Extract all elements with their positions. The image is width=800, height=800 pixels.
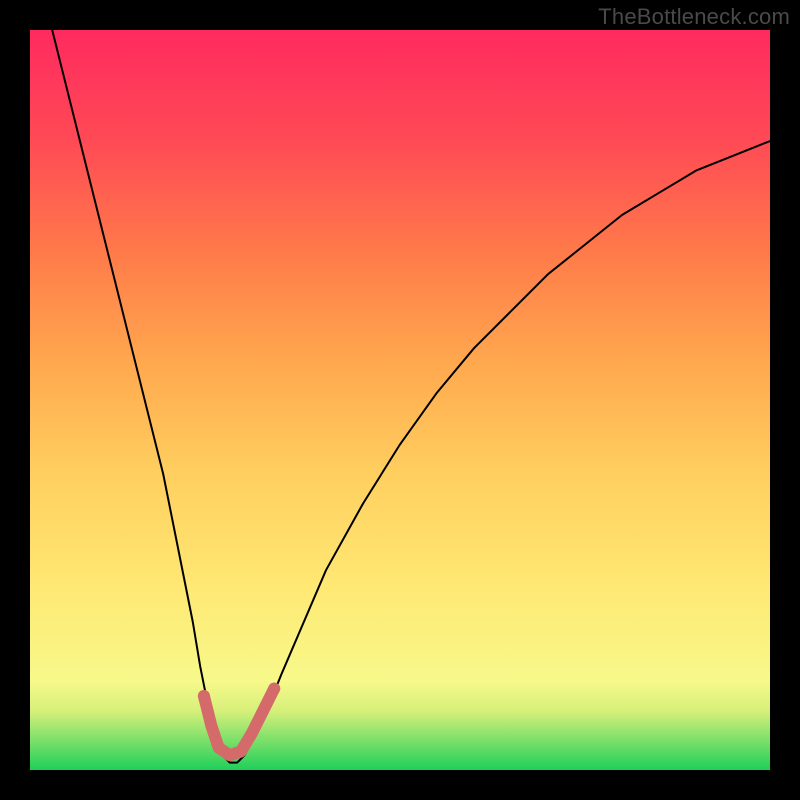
chart-frame: TheBottleneck.com [0, 0, 800, 800]
highlight-endpoint [268, 683, 280, 695]
gradient-background [30, 30, 770, 770]
watermark-text: TheBottleneck.com [598, 4, 790, 30]
plot-area [30, 30, 770, 770]
chart-svg [30, 30, 770, 770]
highlight-endpoint [198, 690, 210, 702]
